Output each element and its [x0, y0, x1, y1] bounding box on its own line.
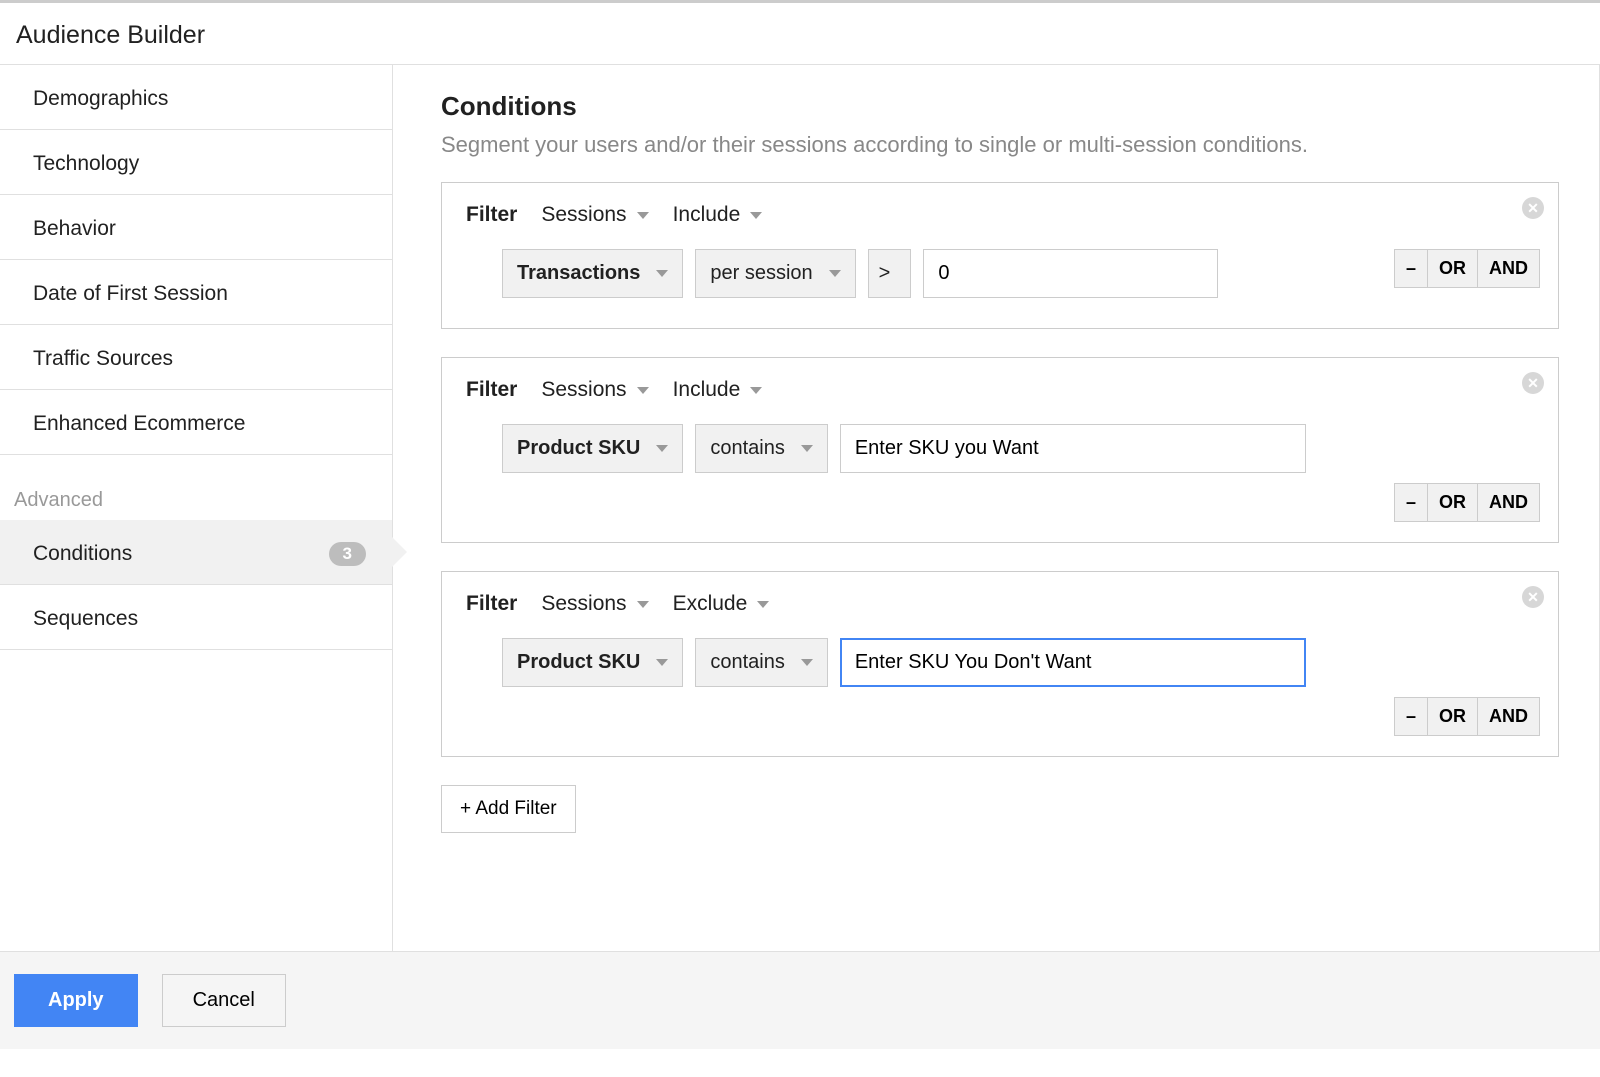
match-dropdown[interactable]: contains: [695, 424, 828, 473]
match-dropdown[interactable]: contains: [695, 638, 828, 687]
conditions-title: Conditions: [441, 91, 1559, 122]
mode-dropdown[interactable]: Include: [673, 203, 763, 227]
operator-label: >: [879, 262, 891, 285]
and-button[interactable]: AND: [1477, 249, 1540, 288]
page-title: Audience Builder: [0, 3, 1600, 65]
or-button[interactable]: OR: [1427, 483, 1478, 522]
metric-dropdown[interactable]: Transactions: [502, 249, 683, 298]
sidebar-item-sequences[interactable]: Sequences: [0, 585, 392, 650]
scope-dropdown[interactable]: Sessions: [541, 592, 648, 616]
metric-dropdown[interactable]: Product SKU: [502, 638, 683, 687]
sidebar-item-technology[interactable]: Technology: [0, 130, 392, 195]
sidebar-item-traffic-sources[interactable]: Traffic Sources: [0, 325, 392, 390]
logic-buttons: – OR AND: [1395, 249, 1540, 288]
and-button[interactable]: AND: [1477, 697, 1540, 736]
apply-button[interactable]: Apply: [14, 974, 138, 1027]
remove-condition-button[interactable]: –: [1394, 483, 1428, 522]
filter-condition-row: Product SKU contains: [466, 638, 1540, 687]
sidebar-item-label: Sequences: [33, 607, 138, 631]
filter-label: Filter: [466, 592, 517, 616]
mode-dropdown-label: Include: [673, 378, 741, 402]
sidebar-item-label: Conditions: [33, 542, 132, 566]
filter-header: Filter Sessions Exclude: [466, 592, 1540, 616]
metric-dropdown[interactable]: Product SKU: [502, 424, 683, 473]
match-dropdown-label: contains: [710, 651, 785, 674]
logic-buttons: – OR AND: [466, 483, 1540, 522]
chevron-down-icon: [656, 445, 668, 452]
chevron-down-icon: [637, 387, 649, 394]
value-input[interactable]: [923, 249, 1218, 298]
conditions-count-badge: 3: [329, 542, 366, 566]
scope-dropdown-label: Sessions: [541, 203, 626, 227]
mode-dropdown[interactable]: Exclude: [673, 592, 770, 616]
or-button[interactable]: OR: [1427, 697, 1478, 736]
chevron-down-icon: [801, 445, 813, 452]
chevron-down-icon: [656, 659, 668, 666]
layout: DemographicsTechnologyBehaviorDate of Fi…: [0, 65, 1600, 951]
value-input[interactable]: [840, 638, 1306, 687]
filter-header: Filter Sessions Include: [466, 378, 1540, 402]
footer: Apply Cancel: [0, 951, 1600, 1049]
mode-dropdown-label: Exclude: [673, 592, 748, 616]
remove-condition-button[interactable]: –: [1394, 697, 1428, 736]
chevron-down-icon: [750, 387, 762, 394]
mode-dropdown[interactable]: Include: [673, 378, 763, 402]
scope-dropdown[interactable]: Sessions: [541, 203, 648, 227]
close-icon[interactable]: ✕: [1522, 372, 1544, 394]
scope-dropdown[interactable]: Sessions: [541, 378, 648, 402]
chevron-down-icon: [801, 659, 813, 666]
main-panel: Conditions Segment your users and/or the…: [393, 65, 1600, 951]
aggregation-dropdown-label: per session: [710, 262, 812, 285]
sidebar-item-behavior[interactable]: Behavior: [0, 195, 392, 260]
sidebar-item-enhanced-ecommerce[interactable]: Enhanced Ecommerce: [0, 390, 392, 455]
metric-dropdown-label: Product SKU: [517, 437, 640, 460]
cancel-button[interactable]: Cancel: [162, 974, 286, 1027]
filter-card: Filter Sessions Include ✕ Transactions p…: [441, 182, 1559, 329]
sidebar-advanced-label: Advanced: [0, 455, 392, 520]
chevron-down-icon: [656, 270, 668, 277]
or-button[interactable]: OR: [1427, 249, 1478, 288]
aggregation-dropdown[interactable]: per session: [695, 249, 855, 298]
conditions-subtitle: Segment your users and/or their sessions…: [441, 132, 1559, 158]
chevron-down-icon: [757, 601, 769, 608]
mode-dropdown-label: Include: [673, 203, 741, 227]
chevron-down-icon: [637, 212, 649, 219]
close-icon[interactable]: ✕: [1522, 197, 1544, 219]
filter-condition-row: Transactions per session >: [466, 249, 1395, 298]
filter-header: Filter Sessions Include: [466, 203, 1540, 227]
chevron-down-icon: [637, 601, 649, 608]
match-dropdown-label: contains: [710, 437, 785, 460]
remove-condition-button[interactable]: –: [1394, 249, 1428, 288]
metric-dropdown-label: Product SKU: [517, 651, 640, 674]
chevron-down-icon: [829, 270, 841, 277]
sidebar-item-date-of-first-session[interactable]: Date of First Session: [0, 260, 392, 325]
value-input[interactable]: [840, 424, 1306, 473]
logic-buttons: – OR AND: [466, 697, 1540, 736]
add-filter-button[interactable]: + Add Filter: [441, 785, 576, 833]
metric-dropdown-label: Transactions: [517, 262, 640, 285]
sidebar-item-demographics[interactable]: Demographics: [0, 65, 392, 130]
filter-condition-row: Product SKU contains: [466, 424, 1540, 473]
chevron-down-icon: [750, 212, 762, 219]
scope-dropdown-label: Sessions: [541, 592, 626, 616]
sidebar-item-conditions[interactable]: Conditions 3: [0, 520, 392, 585]
filter-card: Filter Sessions Include ✕ Product SKU co…: [441, 357, 1559, 543]
filter-card: Filter Sessions Exclude ✕ Product SKU co…: [441, 571, 1559, 757]
operator-dropdown[interactable]: >: [868, 249, 912, 298]
filter-label: Filter: [466, 203, 517, 227]
and-button[interactable]: AND: [1477, 483, 1540, 522]
filter-label: Filter: [466, 378, 517, 402]
close-icon[interactable]: ✕: [1522, 586, 1544, 608]
scope-dropdown-label: Sessions: [541, 378, 626, 402]
sidebar: DemographicsTechnologyBehaviorDate of Fi…: [0, 65, 393, 951]
